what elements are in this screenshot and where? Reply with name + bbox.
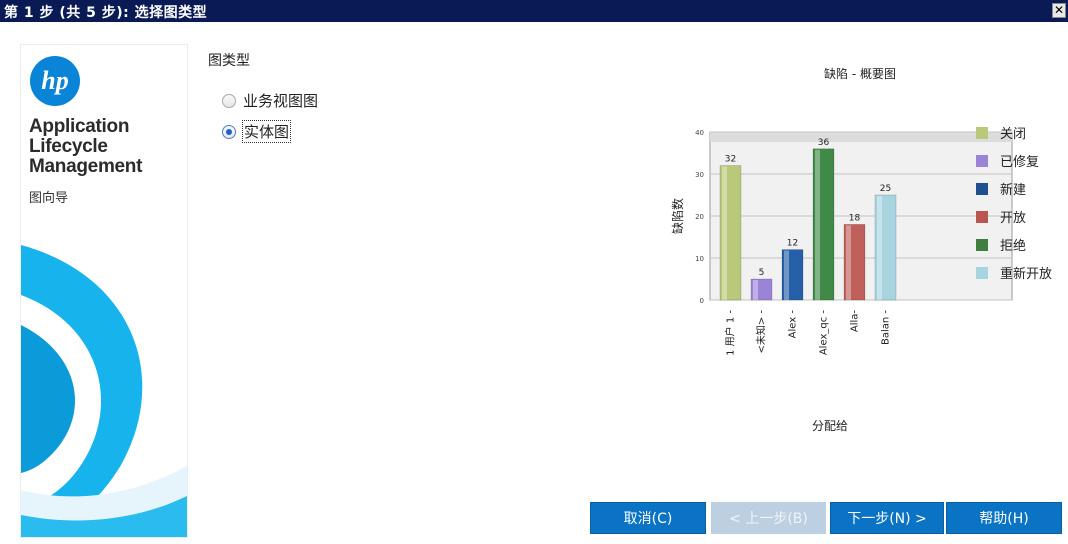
bar-highlight [846,225,851,300]
radio-label-business-view: 业务视图图 [243,92,319,110]
x-tick-label: Alla- [850,310,861,333]
legend-swatch [976,183,988,195]
legend-swatch [976,127,988,139]
radio-button-unchecked[interactable] [222,93,236,108]
data-label: 25 [880,184,891,194]
close-icon[interactable]: ✕ [1052,3,1066,18]
chart-type-label: 图类型 [208,53,250,69]
hp-logo: hp [30,56,80,106]
chart-title: 缺陷 - 概要图 [824,66,896,81]
legend-swatch [976,211,988,223]
y-tick-label: 20 [695,213,704,221]
data-label: 18 [849,213,861,223]
legend-swatch [976,155,988,167]
swoosh-graphic [21,245,187,537]
legend-label: 拒绝 [1000,238,1026,254]
x-tick-label: Alex - [788,310,799,339]
bar-highlight [753,280,758,300]
legend-swatch [976,267,988,279]
brand-subtitle: 图向导 [29,191,69,206]
radio-label-entity: 实体图 [241,120,292,143]
x-axis-label: 分配给 [812,419,848,433]
title-bar: 第 1 步 (共 5 步): 选择图类型 ✕ [0,0,1068,22]
data-label: 5 [759,268,765,278]
next-button[interactable]: 下一步(N) > [830,502,944,534]
x-tick-label: <未知> - [755,310,768,354]
plot-top-band [710,132,1012,142]
radio-entity[interactable]: 实体图 [222,120,292,143]
back-button[interactable]: < 上一步(B) [711,502,826,534]
bar-highlight [784,250,789,300]
svg-text:hp: hp [41,66,68,95]
bar-highlight [877,196,882,300]
x-tick-label: 1 用户 1 - [724,310,737,356]
y-tick-label: 10 [695,255,704,263]
y-tick-label: 0 [700,297,704,305]
legend-label: 开放 [1000,211,1026,226]
chart-preview: 缺陷 - 概要图 0 10 20 30 40 缺陷数 32 1 用户 1 - 5 <未知> - 12 A… [670,66,1052,433]
data-label: 36 [818,138,830,148]
cancel-button[interactable]: 取消(C) [590,502,706,534]
radio-business-view[interactable]: 业务视图图 [222,90,318,111]
y-tick-label: 30 [695,171,704,179]
brand-line-2: Lifecycle [29,136,108,157]
x-tick-label: Alex_qc - [819,310,830,356]
data-label: 32 [725,155,736,165]
brand-line-1: Application [29,116,130,137]
y-axis-label: 缺陷数 [670,198,685,234]
radio-button-checked[interactable] [222,124,236,139]
bar-highlight [815,149,820,300]
legend-swatch [976,239,988,251]
legend-label: 重新开放 [1000,266,1052,282]
x-tick-label: Balan - [881,310,892,345]
y-tick-label: 40 [695,129,704,137]
legend-label: 已修复 [1000,155,1039,170]
window-title: 第 1 步 (共 5 步): 选择图类型 [4,5,208,21]
bar-highlight [722,166,727,300]
brand-line-3: Management [29,156,143,177]
legend-label: 新建 [1000,182,1026,198]
help-button[interactable]: 帮助(H) [946,502,1062,534]
data-label: 12 [787,239,798,249]
brand-panel: hp Application Lifecycle Management 图向导 [20,44,188,538]
legend-label: 关闭 [1000,127,1026,142]
